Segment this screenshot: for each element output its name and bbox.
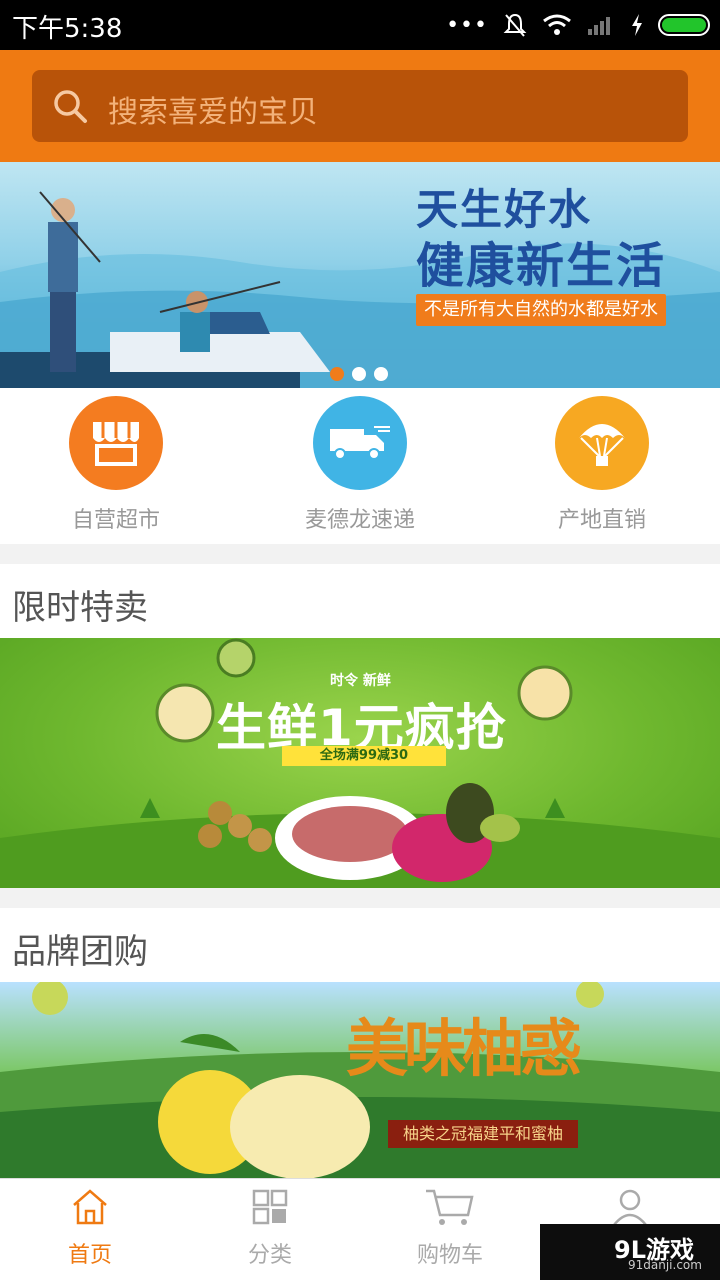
search-input[interactable]: 搜索喜爱的宝贝 <box>108 87 318 131</box>
watermark-logo: 9L游戏 91danji.com <box>540 1224 720 1280</box>
grid-icon <box>252 1189 288 1225</box>
quick-link-delivery[interactable]: 麦德龙速递 <box>260 396 460 534</box>
signal-icon <box>588 17 610 35</box>
quick-links: 自营超市 麦德龙速递 产地直销 <box>0 388 720 544</box>
section-title: 品牌团购 <box>12 932 148 972</box>
status-icons: ••• <box>446 10 710 40</box>
quick-link-supermarket[interactable]: 自营超市 <box>16 396 216 534</box>
flash-sale-ribbon: 全场满99减30 <box>282 746 446 766</box>
banner-tagline: 不是所有大自然的水都是好水 <box>416 294 666 326</box>
pager-dot-2[interactable] <box>352 367 366 381</box>
hero-banner[interactable]: 天生好水 健康新生活 不是所有大自然的水都是好水 <box>0 162 720 388</box>
status-bar: 下午5:38 ••• <box>0 0 720 50</box>
watermark-sub: 91danji.com <box>628 1258 702 1272</box>
flash-sale-small-text: 时令 新鲜 <box>330 673 391 689</box>
quick-link-label: 自营超市 <box>71 508 160 533</box>
pager-dot-1[interactable] <box>330 367 344 381</box>
wifi-icon <box>543 14 571 35</box>
flash-sale-banner[interactable]: 时令 新鲜 生鲜1元疯抢 全场满99减30 <box>0 638 720 888</box>
parachute-icon <box>555 396 649 490</box>
home-icon <box>73 1189 107 1225</box>
quick-link-label: 产地直销 <box>557 508 646 533</box>
section-title: 限时特卖 <box>12 588 148 628</box>
section-header-brand-group: 品牌团购 <box>0 908 720 982</box>
user-icon <box>613 1189 647 1226</box>
tab-label: 购物车 <box>416 1243 483 1268</box>
brand-group-banner[interactable]: 美味柚惑 柚类之冠福建平和蜜柚 <box>0 982 720 1178</box>
brand-group-caption: 柚类之冠福建平和蜜柚 <box>388 1120 578 1148</box>
section-header-flash-sale: 限时特卖 <box>0 564 720 638</box>
tab-label: 首页 <box>67 1243 112 1268</box>
charging-icon <box>632 14 642 36</box>
banner-title-line2: 健康新生活 <box>416 238 667 294</box>
brand-group-headline: 美味柚惑 <box>346 1012 582 1085</box>
cart-icon <box>426 1189 474 1225</box>
search-icon <box>54 90 87 123</box>
tab-home[interactable]: 首页 <box>0 1187 180 1269</box>
tab-category[interactable]: 分类 <box>180 1187 360 1269</box>
search-box[interactable]: 搜索喜爱的宝贝 <box>32 70 688 142</box>
banner-pager[interactable] <box>330 367 388 381</box>
top-bar: 搜索喜爱的宝贝 <box>0 50 720 162</box>
more-icon: ••• <box>446 12 488 38</box>
tab-cart[interactable]: 购物车 <box>360 1187 540 1269</box>
battery-icon <box>658 14 710 36</box>
store-icon <box>69 396 163 490</box>
tab-label: 分类 <box>247 1243 292 1268</box>
mute-icon <box>503 13 527 37</box>
status-time: 下午5:38 <box>12 14 123 44</box>
quick-link-label: 麦德龙速递 <box>304 508 415 533</box>
delivery-truck-icon <box>313 396 407 490</box>
quick-link-origin-direct[interactable]: 产地直销 <box>502 396 702 534</box>
pager-dot-3[interactable] <box>374 367 388 381</box>
